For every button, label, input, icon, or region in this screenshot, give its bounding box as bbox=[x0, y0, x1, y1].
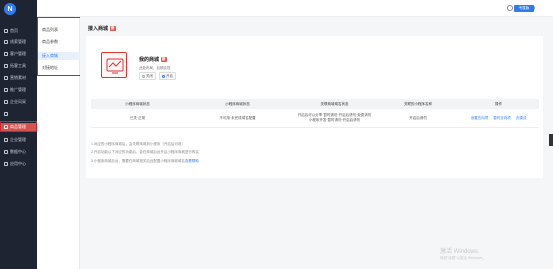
nav-item-apps[interactable]: 应用中心 bbox=[0, 160, 37, 168]
nav-item-company[interactable]: 企业风采 bbox=[0, 98, 37, 106]
nav-item-data[interactable]: 数据中心 bbox=[0, 148, 37, 156]
nav-label: 数据中心 bbox=[10, 149, 26, 154]
shop-icon bbox=[106, 58, 124, 74]
shop-logo bbox=[101, 52, 127, 78]
nav-label: 营销素材 bbox=[10, 75, 26, 80]
watermark-subtitle: 转到"设置"以激活 Windows。 bbox=[440, 256, 486, 260]
subnav-item-connect-mall[interactable]: 接入商城 bbox=[37, 52, 80, 60]
column-header: 关联的小程序名称 bbox=[404, 101, 432, 106]
nav-item-products[interactable]: 商品管理 bbox=[0, 123, 37, 131]
table-cell: 已关·正常 bbox=[129, 115, 146, 120]
tool-icon bbox=[4, 64, 8, 68]
nav-label: 企业风采 bbox=[10, 99, 26, 104]
top-bar bbox=[37, 0, 553, 17]
nav-label: 首页 bbox=[10, 28, 18, 33]
nav-item-enterprise[interactable]: 企业管理 bbox=[0, 136, 37, 144]
nav-label: 客户管理 bbox=[10, 51, 26, 56]
radio-label: 关闭 bbox=[146, 73, 153, 78]
column-header: 小程序商城状态 bbox=[225, 101, 250, 106]
help-link[interactable]: 查看帮助 bbox=[185, 159, 199, 163]
customer-icon bbox=[4, 52, 8, 56]
note-line: 3.小程序商城后台，需要在商城相关后台配置小程序商城域名查看帮助 bbox=[91, 157, 199, 165]
table-cell: 开启后请勿 bbox=[409, 115, 427, 120]
column-header: 关联商城域名状态 bbox=[320, 101, 349, 106]
watermark-title: 激活 Windows bbox=[440, 249, 479, 255]
nav-item-clues[interactable]: 线索管理 bbox=[0, 38, 37, 46]
new-badge: 新 bbox=[110, 26, 116, 31]
shop-toggle: 关闭 开启 bbox=[139, 72, 176, 80]
shop-description: 此处布局，后期实现 bbox=[139, 66, 171, 70]
nav-item-customers[interactable]: 客户管理 bbox=[0, 50, 37, 58]
column-header: 小程序商城状态 bbox=[125, 101, 150, 106]
radio-dot bbox=[162, 74, 165, 78]
note-line: 2.开启功能以下对应的功能后，会在商城后台开启小程序商城进行购买 bbox=[91, 150, 199, 155]
action-link[interactable]: 设置去向项 bbox=[471, 116, 489, 121]
table-cell: 不可用·未完成域名配置 bbox=[219, 115, 256, 120]
radio-off[interactable]: 关闭 bbox=[139, 72, 156, 80]
app-icon bbox=[4, 162, 8, 166]
nav-label: 企业管理 bbox=[10, 137, 26, 142]
home-icon bbox=[4, 29, 8, 33]
note-text: 3.小程序商城后台，需要在商城相关后台配置小程序商城域名 bbox=[91, 158, 185, 163]
nav-label: 拓客工具 bbox=[10, 63, 26, 68]
table-cell: 开启后可以分享·暂时请勿·开启后请勿·免费请勿小程序开发·暂时请勿·开启后请勿 bbox=[297, 113, 372, 122]
edition-badge[interactable]: 专属版 bbox=[514, 5, 534, 12]
note-line: 1.对应的小程序商城后，会关联商城到小程序（开启后可用） bbox=[91, 142, 185, 146]
radio-label: 开启 bbox=[166, 73, 173, 78]
shop-new-badge: 新 bbox=[161, 57, 167, 62]
subnav-item-address[interactable]: 对接地址 bbox=[37, 64, 80, 72]
grid-icon bbox=[4, 112, 8, 116]
action-link[interactable]: 暂时去向项 bbox=[493, 116, 511, 121]
table-header: 小程序商城状态 小程序商城状态 关联商城域名状态 关联的小程序名称 操作 bbox=[91, 99, 539, 109]
shop-name-text: 我的商城 bbox=[139, 57, 160, 63]
column-header: 操作 bbox=[495, 101, 502, 106]
mall-table: 小程序商城状态 小程序商城状态 关联商城域名状态 关联的小程序名称 操作 已关·… bbox=[91, 99, 539, 128]
enterprise-icon bbox=[4, 138, 8, 142]
nav-item-tools[interactable]: 拓客工具 bbox=[0, 62, 37, 70]
nav-label: 应用中心 bbox=[10, 161, 26, 166]
data-icon bbox=[4, 150, 8, 154]
windows-watermark: 激活 Windows 转到"设置"以激活 Windows。 bbox=[440, 246, 486, 261]
subnav-item-product-params[interactable]: 商品参数 bbox=[37, 38, 80, 46]
page-title: 接入商城 新 bbox=[88, 25, 116, 32]
action-link[interactable]: 去调试 bbox=[516, 116, 527, 121]
nav-item-home[interactable]: 首页 bbox=[0, 27, 37, 35]
table-row: 已关·正常 不可用·未完成域名配置 开启后可以分享·暂时请勿·开启后请勿·免费请… bbox=[91, 109, 539, 128]
page-title-text: 接入商城 bbox=[88, 26, 109, 32]
radio-on[interactable]: 开启 bbox=[159, 72, 176, 80]
notes: 1.对应的小程序商城后，会关联商城到小程序（开启后可用） 2.开启功能以下对应的… bbox=[91, 140, 199, 165]
product-icon bbox=[4, 125, 8, 129]
side-collapse-tab[interactable] bbox=[549, 134, 553, 146]
radio-dot bbox=[142, 74, 145, 78]
nav-label: 商品管理 bbox=[10, 124, 26, 129]
nav-item-unnamed[interactable] bbox=[0, 110, 37, 118]
company-icon bbox=[4, 100, 8, 104]
app-logo[interactable]: N bbox=[4, 3, 16, 15]
nav-label: 推广管理 bbox=[10, 87, 26, 92]
clue-icon bbox=[4, 40, 8, 44]
nav-item-materials[interactable]: 营销素材 bbox=[0, 74, 37, 82]
help-icon[interactable] bbox=[507, 5, 513, 11]
subnav-item-product-list[interactable]: 商品列表 bbox=[37, 26, 80, 34]
promotion-icon bbox=[4, 88, 8, 92]
nav-item-promotion[interactable]: 推广管理 bbox=[0, 86, 37, 94]
material-icon bbox=[4, 76, 8, 80]
shop-name: 我的商城 新 bbox=[139, 56, 167, 63]
nav-label: 线索管理 bbox=[10, 39, 26, 44]
table-actions: 设置去向项 暂时去向项 去调试 bbox=[458, 109, 539, 127]
